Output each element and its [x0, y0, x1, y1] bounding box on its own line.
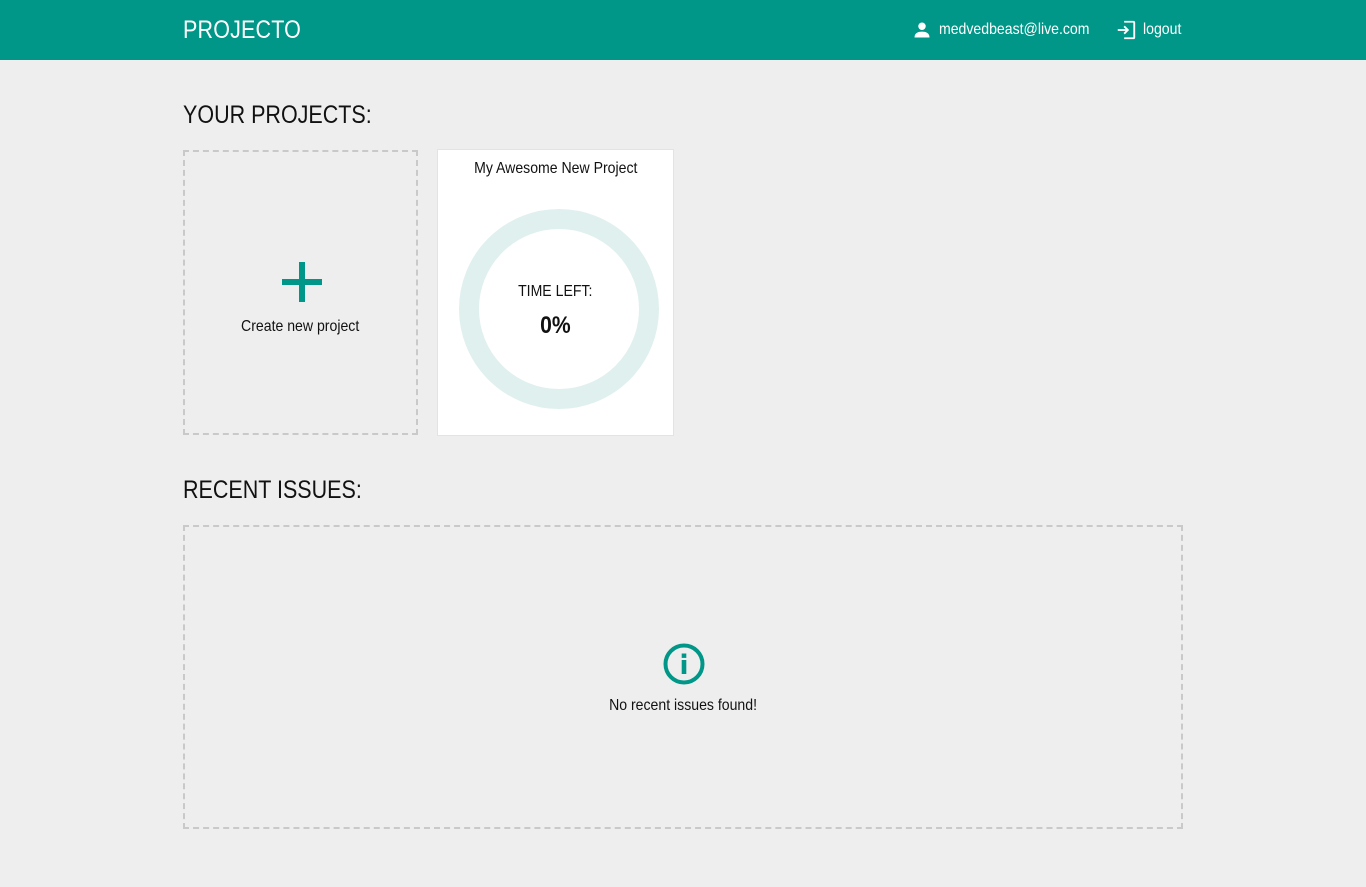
- project-card[interactable]: My Awesome New Project TIME LEFT: 0%: [438, 150, 673, 435]
- plus-icon: [282, 262, 322, 302]
- info-icon: [663, 643, 705, 685]
- person-icon: [914, 22, 930, 38]
- logout-label: logout: [1143, 21, 1182, 38]
- issues-heading: RECENT ISSUES:: [183, 476, 362, 504]
- recent-issues-panel: No recent issues found!: [183, 525, 1183, 829]
- create-project-label: Create new project: [241, 318, 360, 335]
- projects-heading: YOUR PROJECTS:: [183, 101, 372, 129]
- logout-icon: [1117, 20, 1136, 40]
- top-navbar: PROJECTO medvedbeast@live.com logout: [0, 0, 1366, 60]
- logout-button[interactable]: logout: [1115, 19, 1187, 41]
- brand-logo[interactable]: PROJECTO: [183, 14, 301, 46]
- create-project-card[interactable]: Create new project: [183, 150, 418, 435]
- no-issues-message: No recent issues found!: [609, 697, 757, 714]
- time-left-ring: [459, 209, 659, 409]
- project-title: My Awesome New Project: [473, 160, 638, 177]
- time-left-value: 0%: [540, 312, 571, 339]
- user-email: medvedbeast@live.com: [939, 21, 1090, 38]
- user-account-link[interactable]: medvedbeast@live.com: [912, 19, 1110, 41]
- time-left-label: TIME LEFT:: [518, 283, 593, 300]
